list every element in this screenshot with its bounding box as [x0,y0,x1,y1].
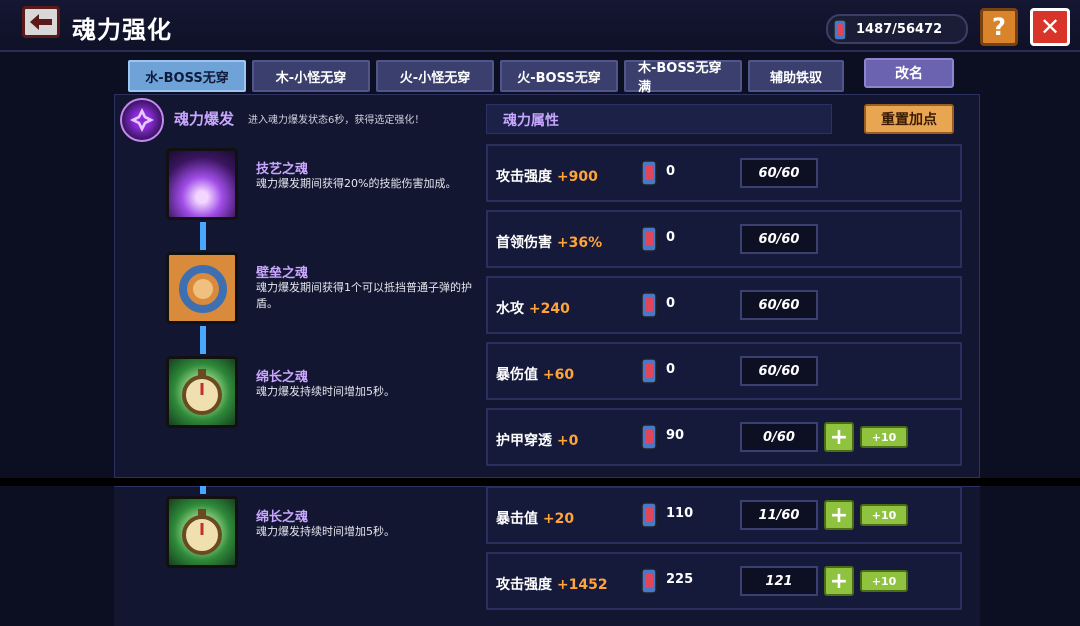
add-ten-points-button[interactable]: +10 [860,570,908,592]
skill-connector [200,486,206,494]
skill-desc: 魂力爆发持续时间增加5秒。 [256,525,395,538]
soul-burst-title: 魂力爆发 [174,110,235,128]
rename-button[interactable]: 改名 [864,58,954,88]
soul-gem-icon [641,502,657,528]
soul-gem-icon [641,424,657,450]
attribute-level: 60/60 [740,158,818,188]
soul-gem-icon [641,358,657,384]
purple-flame-icon [166,148,238,220]
reset-points-button[interactable]: 重置加点 [864,104,954,134]
soul-gem-icon [833,19,847,41]
tab-wood-minion[interactable]: 木-小怪无穿 [252,60,370,92]
soul-gem-icon [641,226,657,252]
attribute-name: 攻击强度 [496,169,552,185]
attribute-row-crit-damage: 暴伤值 +60 0 60/60 [486,342,962,400]
attribute-level: 60/60 [740,224,818,254]
attribute-label: 首领伤害 +36% [496,232,602,252]
attribute-row-attack-power: 攻击强度 +900 0 60/60 [486,144,962,202]
attribute-level: 60/60 [740,290,818,320]
attribute-row-water-attack: 水攻 +240 0 60/60 [486,276,962,334]
attribute-bonus: +36% [556,235,603,251]
help-button[interactable]: ? [980,8,1018,46]
attribute-level: 60/60 [740,356,818,386]
attribute-cost: 0 [666,296,676,311]
soul-burst-icon [120,98,164,142]
attribute-cost: 225 [666,572,694,587]
tab-wood-boss-max[interactable]: 木-BOSS无穿满 [624,60,742,95]
tab-fire-minion[interactable]: 火-小怪无穿 [376,60,494,92]
skill-desc: 魂力爆发持续时间增加5秒。 [256,385,395,398]
panel-divider [0,478,1080,486]
attribute-cost: 90 [666,428,685,443]
shield-ring-icon [166,252,238,324]
skill-name: 技艺之魂 [256,162,309,177]
attribute-cost: 0 [666,230,676,245]
attribute-level: 11/60 [740,500,818,530]
attribute-label: 暴伤值 +60 [496,364,574,384]
soul-burst-desc: 进入魂力爆发状态6秒，获得选定强化！ [248,115,425,126]
attribute-row-attack-power-2: 攻击强度 +1452 225 121 + +10 [486,552,962,610]
attribute-row-boss-damage: 首领伤害 +36% 0 60/60 [486,210,962,268]
skill-desc: 魂力爆发期间获得1个可以抵挡普通子弹的护盾。 [256,281,472,310]
skill-name: 绵长之魂 [256,370,309,385]
attribute-bonus: +20 [542,511,575,527]
attribute-cost: 0 [666,362,676,377]
preset-tabs: 水-BOSS无穿 木-小怪无穿 火-小怪无穿 火-BOSS无穿 木-BOSS无穿… [128,60,844,95]
soul-gem-icon [641,292,657,318]
attribute-label: 攻击强度 +1452 [496,574,608,594]
attribute-bonus: +0 [556,433,579,449]
attribute-bonus: +1452 [556,577,608,593]
stopwatch-icon [166,496,238,568]
soul-attributes-header: 魂力属性 [486,104,832,134]
add-ten-points-button[interactable]: +10 [860,426,908,448]
close-button[interactable]: ✕ [1030,8,1070,46]
tab-support[interactable]: 辅助铁驭 [748,60,844,92]
attribute-name: 攻击强度 [496,577,552,593]
attribute-label: 水攻 +240 [496,298,570,318]
soul-gem-icon [641,160,657,186]
attribute-level: 0/60 [740,422,818,452]
soul-currency-display: 1487/56472 [826,14,968,44]
top-bar: 魂力强化 1487/56472 ? ✕ [0,0,1080,52]
add-point-button[interactable]: + [824,566,854,596]
back-button[interactable] [22,6,60,38]
add-point-button[interactable]: + [824,500,854,530]
attribute-name: 水攻 [496,301,524,317]
skill-item[interactable]: 壁垒之魂 魂力爆发期间获得1个可以抵挡普通子弹的护盾。 [166,252,476,332]
attribute-label: 暴击值 +20 [496,508,574,528]
attribute-level: 121 [740,566,818,596]
tab-fire-boss[interactable]: 火-BOSS无穿 [500,60,618,92]
add-point-button[interactable]: + [824,422,854,452]
attribute-cost: 0 [666,164,676,179]
attribute-row-armor-penetration: 护甲穿透 +0 90 0/60 + +10 [486,408,962,466]
attribute-label: 护甲穿透 +0 [496,430,578,450]
attribute-name: 暴伤值 [496,367,538,383]
skill-name: 壁垒之魂 [256,266,309,281]
page-title: 魂力强化 [72,16,172,44]
soul-gem-icon [641,568,657,594]
attribute-name: 护甲穿透 [496,433,552,449]
skill-item[interactable]: 技艺之魂 魂力爆发期间获得20%的技能伤害加成。 [166,148,476,228]
attribute-bonus: +240 [528,301,570,317]
skill-item[interactable]: 绵长之魂 魂力爆发持续时间增加5秒。 [166,496,476,576]
question-icon: ? [992,13,1006,41]
attribute-cost: 110 [666,506,694,521]
stopwatch-icon [166,356,238,428]
attribute-row-crit-rate: 暴击值 +20 110 11/60 + +10 [486,486,962,544]
attribute-label: 攻击强度 +900 [496,166,598,186]
add-ten-points-button[interactable]: +10 [860,504,908,526]
close-icon: ✕ [1039,13,1061,41]
attribute-bonus: +900 [556,169,598,185]
attribute-name: 首领伤害 [496,235,552,251]
attribute-name: 暴击值 [496,511,538,527]
attribute-bonus: +60 [542,367,575,383]
currency-value: 1487/56472 [856,21,943,37]
tab-water-boss[interactable]: 水-BOSS无穿 [128,60,246,92]
skill-name: 绵长之魂 [256,510,309,525]
back-arrow-icon [30,14,52,30]
skill-item[interactable]: 绵长之魂 魂力爆发持续时间增加5秒。 [166,356,476,436]
skill-desc: 魂力爆发期间获得20%的技能伤害加成。 [256,177,457,190]
